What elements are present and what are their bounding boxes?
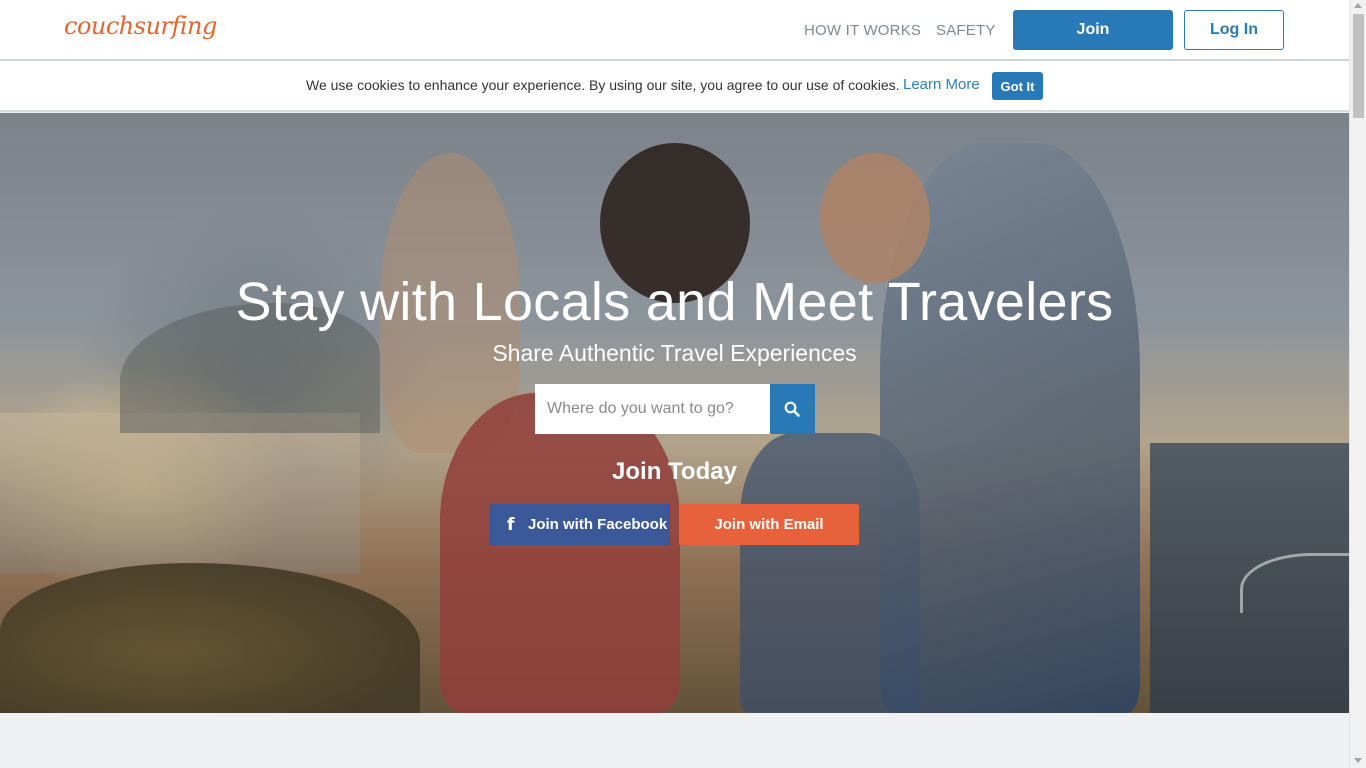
got-it-button[interactable]: Got It xyxy=(992,72,1043,100)
site-header: couchsurfing HOW IT WORKS SAFETY Join Lo… xyxy=(0,0,1349,61)
nav-how-it-works[interactable]: HOW IT WORKS xyxy=(804,22,921,39)
nav-safety[interactable]: SAFETY xyxy=(936,22,996,39)
destination-search-input[interactable] xyxy=(535,384,770,434)
page-scrollbar[interactable] xyxy=(1349,0,1366,768)
join-with-facebook-button[interactable]: f Join with Facebook xyxy=(490,504,670,545)
destination-search xyxy=(535,384,815,434)
hero-section: Stay with Locals and Meet Travelers Shar… xyxy=(0,113,1349,713)
join-with-email-button[interactable]: Join with Email xyxy=(679,504,859,545)
cookie-message: We use cookies to enhance your experienc… xyxy=(306,77,900,93)
hero-subtitle: Share Authentic Travel Experiences xyxy=(492,340,857,366)
couchsurfing-logo[interactable]: couchsurfing xyxy=(64,12,217,40)
scrollbar-thumb[interactable] xyxy=(1353,14,1364,118)
facebook-icon: f xyxy=(507,515,515,535)
scroll-down-arrow-icon[interactable] xyxy=(1354,758,1362,763)
join-today-heading: Join Today xyxy=(612,458,737,485)
hero-title: Stay with Locals and Meet Travelers xyxy=(235,272,1114,332)
login-button[interactable]: Log In xyxy=(1184,10,1284,50)
search-button[interactable] xyxy=(770,384,815,434)
learn-more-link[interactable]: Learn More xyxy=(903,76,980,93)
scroll-up-arrow-icon[interactable] xyxy=(1354,3,1362,8)
cookie-banner: We use cookies to enhance your experienc… xyxy=(0,61,1349,112)
join-button[interactable]: Join xyxy=(1013,10,1173,50)
page: couchsurfing HOW IT WORKS SAFETY Join Lo… xyxy=(0,0,1349,768)
facebook-button-label: Join with Facebook xyxy=(528,516,668,533)
